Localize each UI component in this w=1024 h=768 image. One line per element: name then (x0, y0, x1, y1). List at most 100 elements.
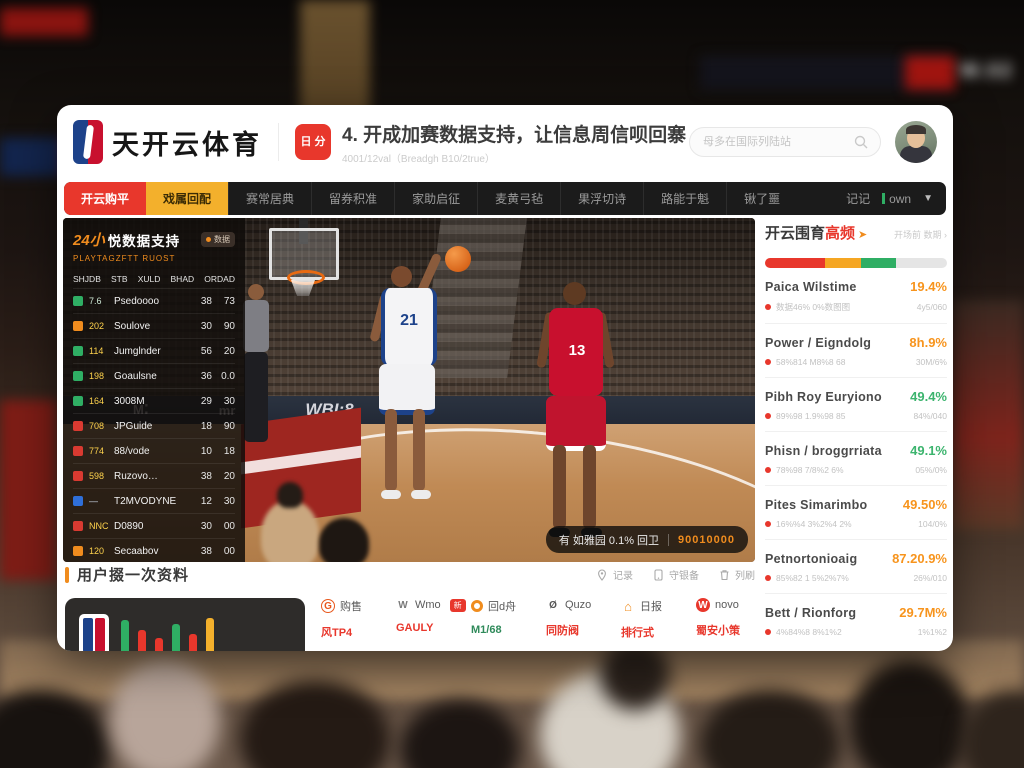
trash-icon (719, 569, 730, 581)
nav-item-8[interactable]: 锹了噩 (726, 182, 797, 215)
progress-red (765, 258, 825, 268)
v-logo-icon: Ø (546, 598, 560, 612)
live-data-pill: 有 如雅园 0.1% 回卫 90010000 (546, 526, 748, 553)
table-row[interactable]: 77488/vode1018 (73, 438, 235, 463)
search-box[interactable] (689, 127, 881, 157)
background-red-block (905, 56, 955, 90)
new-badge: 新 (450, 599, 466, 612)
home-icon: ⌂ (621, 599, 635, 613)
jersey-number: 21 (361, 312, 457, 330)
g-logo-icon: G (321, 599, 335, 613)
player-red: 13 (525, 278, 629, 562)
login-link[interactable]: 记记 (846, 190, 870, 207)
scoreboard-subtitle: PLAYTAGZFTT RUOST (73, 254, 235, 263)
mini-bar-chart (121, 612, 214, 651)
stat-column[interactable]: Wnovo 蜀安小策 (696, 598, 755, 638)
main-card: 天开云体育 日 分 4. 开成加赛数据支持，让信息周信呗回寨 4001/12va… (57, 105, 953, 651)
list-item[interactable]: Power / Eigndolg8h.9% 58%814 M8%8 6830M/… (765, 324, 947, 378)
team-color-icon (73, 546, 83, 556)
jersey-number: 13 (525, 342, 629, 359)
table-row[interactable]: 598Ruzovo…3820 (73, 463, 235, 488)
nav-item-6[interactable]: 果浮切诗 (560, 182, 643, 215)
live-value: 90010000 (678, 534, 735, 546)
phone-action[interactable]: 守银备 (653, 567, 699, 582)
courtside-fan-head (277, 482, 303, 508)
w-logo-icon: W (396, 598, 410, 612)
section-accent-bar (65, 567, 69, 583)
list-item[interactable]: Phisn / broggrriata49.1% 78%98 7/8%2 6%0… (765, 432, 947, 486)
background-right-banner (953, 300, 1024, 530)
ring-icon (471, 600, 483, 612)
status-dot-icon (765, 521, 771, 527)
list-item[interactable]: Paica Wilstime19.4% 数据46% 0%数图图4y5/060 (765, 268, 947, 324)
nav-item-2[interactable]: 赛常居典 (228, 182, 311, 215)
stat-column[interactable]: G购售 风TP4 (321, 598, 380, 640)
live-badge: 数据 (201, 232, 235, 247)
status-dot-icon (765, 413, 771, 419)
live-label: 有 如雅园 0.1% 回卫 (559, 532, 659, 548)
table-row[interactable]: 1643008M2930 (73, 388, 235, 413)
team-color-icon (73, 521, 83, 531)
nav-item-3[interactable]: 留券积准 (311, 182, 394, 215)
team-color-icon (73, 296, 83, 306)
nav-item-4[interactable]: 家助启征 (394, 182, 477, 215)
team-color-icon (73, 421, 83, 431)
location-action[interactable]: 记录 (596, 567, 633, 582)
courtside-fan (261, 500, 319, 562)
match-photo: M⁚ mr WBI:8 (63, 218, 755, 562)
chevron-down-icon[interactable]: ▼ (923, 193, 933, 204)
page-title-block: 4. 开成加赛数据支持，让信息周信呗回寨 4001/12val（Breadgh … (342, 120, 686, 165)
w-badge-icon: W (696, 598, 710, 612)
stats-tile (65, 598, 305, 651)
location-pin-icon (596, 569, 608, 581)
nav-item-0[interactable]: 开云购平 (64, 182, 146, 215)
section-actions: 记录 守银备 列刷 (596, 567, 755, 582)
scoreboard-columns: SHJDBSTBXULDBHADORDAD (73, 274, 235, 288)
sidebar-more-link[interactable]: 开场前 数期 › (894, 228, 947, 241)
status-dot-icon (765, 467, 771, 473)
table-row[interactable]: 198Goaulsne360.0 (73, 363, 235, 388)
team-color-icon (73, 496, 83, 506)
crowd-head (0, 690, 110, 768)
nav-right: 记记 own ▼ (846, 182, 946, 215)
nav-item-7[interactable]: 路能于魁 (643, 182, 726, 215)
background-led-text: W.02 (960, 60, 1014, 83)
table-row[interactable]: 114Jumglnder5620 (73, 338, 235, 363)
list-item[interactable]: Bett / Rionforg29.7M% 4%84%8 8%1%21%1%2 (765, 594, 947, 647)
search-input[interactable] (701, 135, 853, 149)
list-item[interactable]: Pibh Roy Euryiono49.4% 89%98 1.9%98 8584… (765, 378, 947, 432)
table-row[interactable]: NNCD08903000 (73, 513, 235, 538)
nav-item-5[interactable]: 麦黄弓毡 (477, 182, 560, 215)
stat-column[interactable]: ⌂日报 排行式 (621, 598, 680, 640)
table-row[interactable]: 120Secaabov3800 (73, 538, 235, 562)
table-row[interactable]: 202Soulove3090 (73, 313, 235, 338)
status-dot-icon (765, 575, 771, 581)
table-row[interactable]: 708JPGuide1890 (73, 413, 235, 438)
table-row[interactable]: 7.6Psedoooo3873 (73, 288, 235, 313)
avatar[interactable] (895, 121, 937, 163)
section-title: 用户掇一次资料 (77, 564, 189, 585)
team-color-icon (73, 396, 83, 406)
header: 天开云体育 日 分 4. 开成加赛数据支持，让信息周信呗回寨 4001/12va… (57, 105, 953, 179)
phone-icon (653, 569, 664, 581)
calendar-badge-icon: 日 分 (295, 124, 331, 160)
courtside-fan (319, 518, 369, 562)
language-selector[interactable]: own (882, 192, 911, 206)
stat-column[interactable]: WWmo新 GAULY (396, 598, 455, 634)
stat-column[interactable]: ØQuzo 同防阀 (546, 598, 605, 638)
divider (278, 123, 279, 161)
crowd-head (700, 690, 840, 768)
list-item[interactable]: Petnortonioaig87.20.9% 85%82 1 5%2%7%26%… (765, 540, 947, 594)
stat-column[interactable]: 回d舟 M1/68 (471, 598, 530, 636)
nav-item-1[interactable]: 戏属回配 (146, 182, 228, 215)
table-row[interactable]: —T2MVODYNE1230 (73, 488, 235, 513)
distribution-progress-bar (765, 258, 947, 268)
brand-logo-icon (73, 120, 103, 164)
list-item[interactable]: Pites Simarimbo49.50% 16%%4 3%2%4 2%104/… (765, 486, 947, 540)
scoreboard-title: 悦数据支持 (108, 230, 181, 250)
search-icon[interactable] (853, 134, 869, 150)
team-color-icon (73, 371, 83, 381)
scoreboard-panel: 24小 悦数据支持 数据 PLAYTAGZFTT RUOST SHJDBSTBX… (63, 218, 245, 562)
delete-action[interactable]: 列刷 (719, 567, 755, 582)
background-left-banner (0, 400, 57, 580)
